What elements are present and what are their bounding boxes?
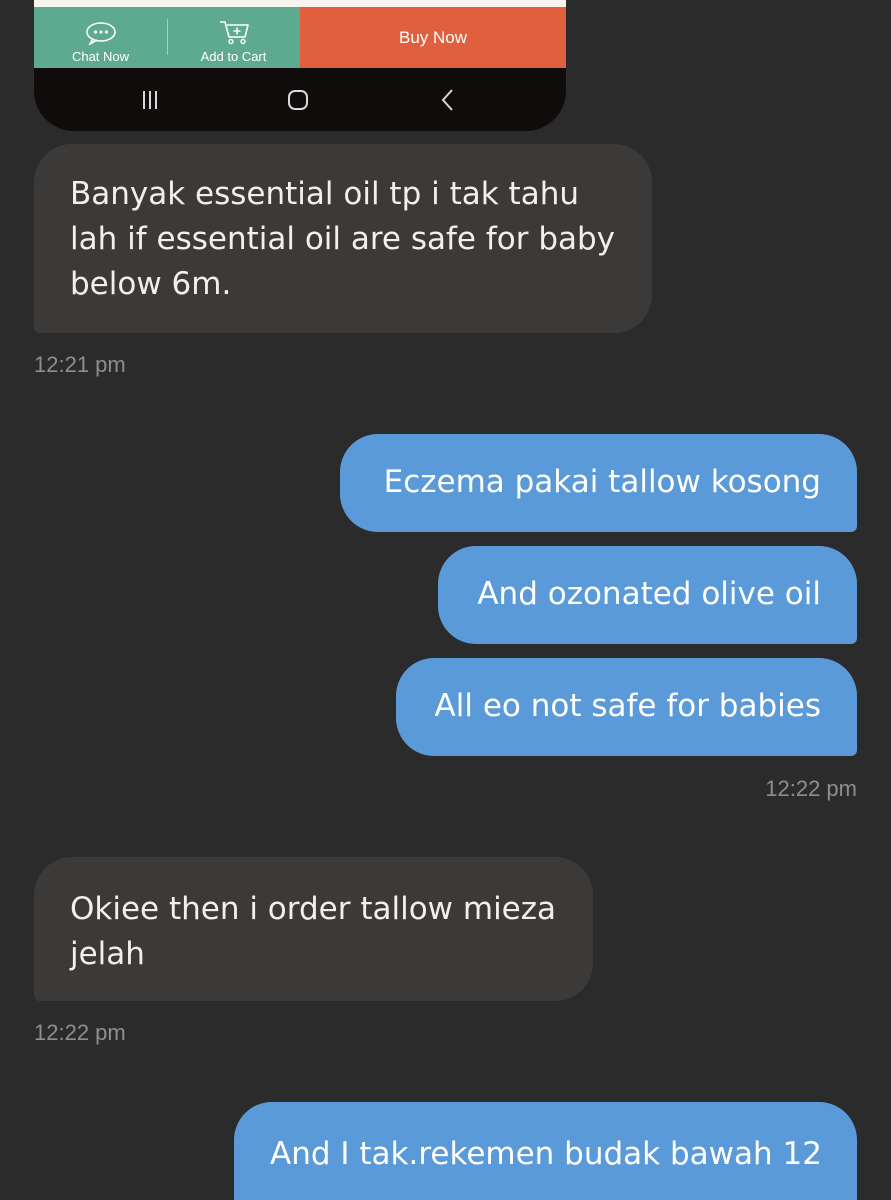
message-timestamp: 12:22 pm	[34, 1020, 126, 1045]
product-action-bar: Chat Now Add to Cart Buy Now	[34, 7, 566, 68]
incoming-message[interactable]: Banyak essential oil tp i tak tahu lah i…	[34, 144, 652, 333]
message-timestamp: 12:22 pm	[765, 776, 857, 801]
message-line: And ozonated olive oil	[477, 576, 821, 612]
outgoing-message[interactable]: All eo not safe for babies	[396, 658, 857, 756]
message-line: All eo not safe for babies	[434, 688, 821, 724]
outgoing-message[interactable]: Eczema pakai tallow kosong	[340, 434, 857, 532]
outgoing-message[interactable]: And I tak.rekemen budak bawah 12	[234, 1102, 857, 1200]
message-line: Banyak essential oil tp i tak tahu	[70, 176, 579, 212]
chat-now-button[interactable]: Chat Now	[34, 7, 167, 68]
add-to-cart-button[interactable]: Add to Cart	[167, 7, 300, 68]
message-line: Okiee then i order tallow mieza	[70, 891, 557, 927]
message-line: Eczema pakai tallow kosong	[383, 464, 821, 500]
cart-plus-icon	[219, 21, 249, 45]
message-timestamp: 12:21 pm	[34, 352, 126, 377]
chat-bubble-icon	[85, 22, 116, 45]
action-divider	[167, 19, 168, 55]
message-line: lah if essential oil are safe for baby	[70, 221, 616, 257]
message-line: jelah	[70, 936, 145, 972]
message-line: below 6m.	[70, 266, 232, 302]
add-to-cart-label: Add to Cart	[200, 49, 267, 64]
message-line: And I tak.rekemen budak bawah 12	[270, 1136, 822, 1172]
screenshot-top-strip	[34, 0, 566, 7]
outgoing-message[interactable]: And ozonated olive oil	[438, 546, 857, 644]
incoming-message[interactable]: Okiee then i order tallow mieza jelah	[34, 857, 593, 1001]
shared-screenshot[interactable]: Chat Now Add to Cart Buy Now	[34, 0, 566, 131]
android-nav-bar	[34, 68, 566, 131]
home-icon[interactable]	[283, 88, 313, 112]
recent-apps-icon[interactable]	[135, 88, 165, 112]
buy-now-button[interactable]: Buy Now	[300, 7, 566, 68]
product-action-left: Chat Now Add to Cart	[34, 7, 300, 68]
chat-now-label: Chat Now	[71, 49, 130, 64]
back-icon[interactable]	[433, 88, 463, 112]
